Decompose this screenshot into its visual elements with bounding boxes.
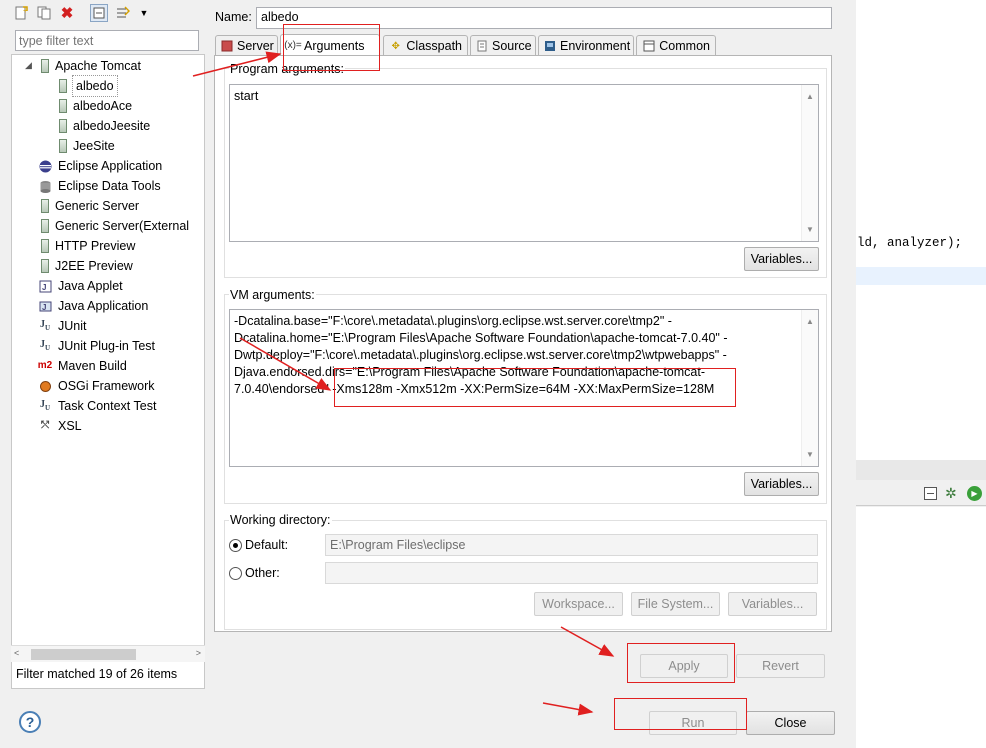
- arrow-to-vm-args: [239, 337, 332, 391]
- arrow-to-arguments: [192, 51, 282, 77]
- annotation-arrows: [192, 51, 615, 716]
- arrow-to-apply: [560, 626, 615, 657]
- arrow-to-run: [542, 702, 594, 716]
